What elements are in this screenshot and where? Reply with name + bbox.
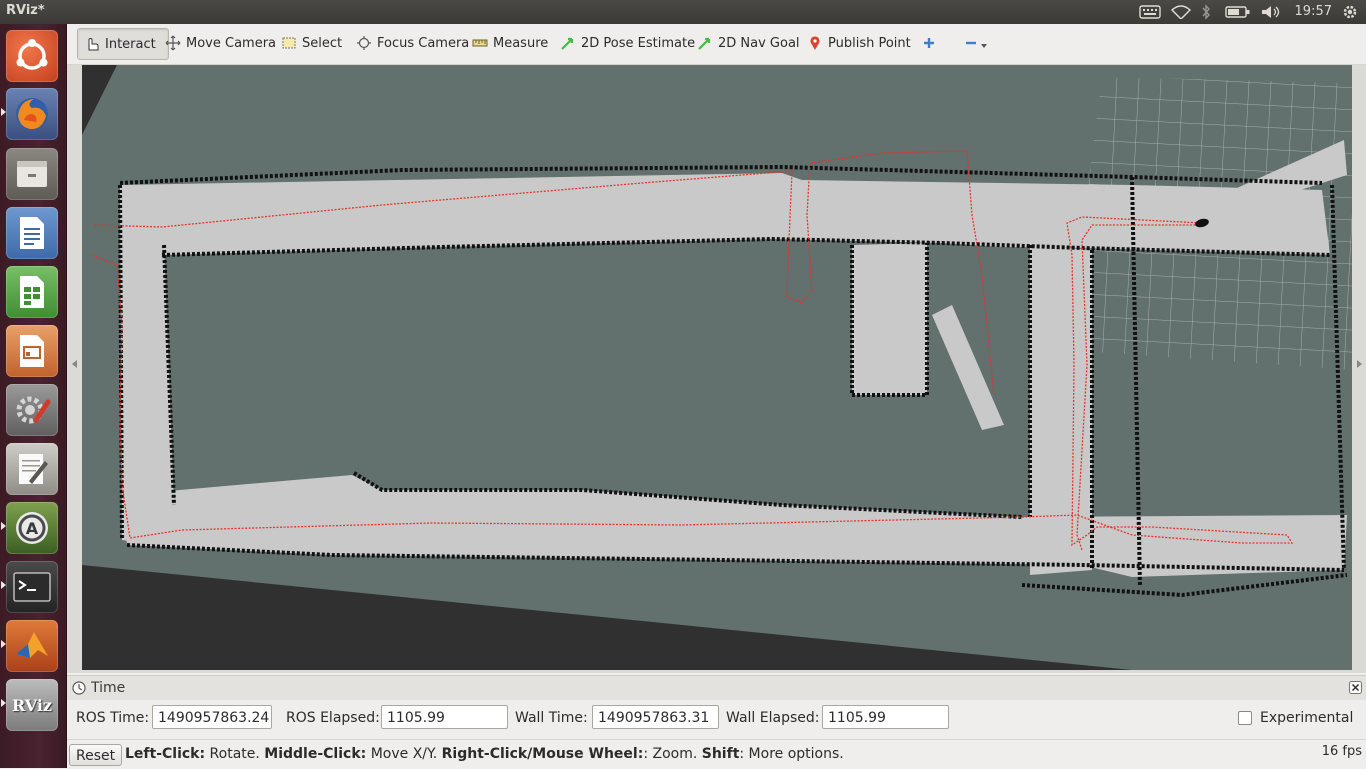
bluetooth-icon[interactable] (1198, 3, 1214, 21)
green-arrow-icon (561, 37, 574, 50)
toolbar: Interact Move Camera Select Focus Camera… (67, 24, 1366, 65)
map-pin-icon (810, 36, 820, 50)
battery-icon[interactable] (1224, 3, 1252, 21)
ros-time-label: ROS Time: (76, 710, 150, 726)
publish-point-tool[interactable]: Publish Point (801, 28, 917, 58)
wall-elapsed-label: Wall Elapsed: (726, 710, 820, 726)
time-panel-header: Time (67, 675, 1366, 700)
svg-text:A: A (26, 519, 39, 538)
terminal-icon[interactable] (6, 561, 58, 613)
hint-shift-key: Shift (701, 746, 740, 762)
time-panel: ROS Time: 1490957863.24 ROS Elapsed: 110… (67, 700, 1366, 738)
system-settings-icon[interactable] (6, 384, 58, 436)
wall-elapsed-field[interactable]: 1105.99 (822, 705, 949, 729)
add-tool-button[interactable] (915, 28, 943, 58)
clock[interactable]: 19:57 (1295, 4, 1332, 19)
minus-icon (966, 41, 976, 45)
ubuntu-dash-icon[interactable] (6, 30, 58, 82)
measure-label: Measure (493, 35, 549, 51)
wifi-icon[interactable] (1170, 3, 1192, 21)
top-panel: RViz* 19:57 (0, 0, 1366, 24)
remove-tool-button[interactable] (957, 28, 994, 58)
status-hint: Left-Click: Rotate. Middle-Click: Move X… (125, 746, 844, 762)
text-editor-icon[interactable] (6, 443, 58, 495)
hint-shift-text: : More options. (739, 746, 844, 762)
rviz-icon[interactable]: RViz (6, 679, 58, 731)
hand-pointer-icon (88, 37, 99, 51)
hint-right-key: Right-Click/Mouse Wheel: (441, 746, 644, 762)
reset-button[interactable]: Reset (69, 744, 123, 766)
3d-render-view[interactable] (82, 65, 1352, 670)
hint-middle-text: Move X/Y. (366, 746, 442, 762)
gear-icon[interactable] (1340, 3, 1360, 21)
nav-goal-tool[interactable]: 2D Nav Goal (691, 28, 806, 58)
running-indicator (1, 699, 6, 707)
select-label: Select (302, 35, 343, 51)
calc-icon[interactable] (6, 266, 58, 318)
right-dock-handle[interactable] (1357, 360, 1362, 368)
focus-camera-icon (357, 36, 371, 50)
measure-tool[interactable]: Measure (466, 28, 554, 58)
experimental-checkbox[interactable] (1238, 711, 1252, 725)
software-updater-icon[interactable]: A (6, 502, 58, 554)
ros-elapsed-label: ROS Elapsed: (286, 710, 380, 726)
keyboard-icon[interactable] (1138, 3, 1162, 21)
publish-point-label: Publish Point (828, 35, 911, 51)
fps-counter: 16 fps (1321, 744, 1362, 759)
interact-tool[interactable]: Interact (77, 28, 169, 60)
running-indicator (1, 640, 6, 648)
green-arrow-icon (698, 37, 711, 50)
move-camera-icon (165, 35, 181, 51)
writer-icon[interactable] (6, 207, 58, 259)
move-camera-label: Move Camera (186, 35, 277, 51)
hint-left-key: Left-Click: (125, 746, 206, 762)
launcher: A RViz (0, 24, 67, 768)
focus-camera-tool[interactable]: Focus Camera (350, 28, 475, 58)
hint-right-text: : Zoom. (643, 746, 702, 762)
move-camera-tool[interactable]: Move Camera (159, 28, 282, 58)
running-indicator (1, 108, 6, 116)
select-box-icon (282, 37, 296, 49)
wall-time-field[interactable]: 1490957863.31 (592, 705, 719, 729)
matlab-icon[interactable] (6, 620, 58, 672)
time-panel-title: Time (91, 680, 126, 696)
window-title: RViz* (6, 3, 45, 18)
impress-icon[interactable] (6, 325, 58, 377)
focus-camera-label: Focus Camera (377, 35, 470, 51)
map-scene[interactable] (82, 65, 1352, 670)
wall-time-label: Wall Time: (515, 710, 588, 726)
nav-goal-label: 2D Nav Goal (718, 35, 800, 51)
left-dock-handle[interactable] (72, 360, 77, 368)
interact-label: Interact (105, 36, 156, 52)
hint-middle-key: Middle-Click: (264, 746, 367, 762)
files-icon[interactable] (6, 148, 58, 200)
volume-icon[interactable] (1258, 3, 1284, 21)
clock-icon (72, 681, 86, 695)
status-bar: Reset Left-Click: Rotate. Middle-Click: … (67, 739, 1366, 769)
hint-left-text: Rotate. (205, 746, 265, 762)
experimental-label: Experimental (1260, 710, 1354, 726)
ros-time-field[interactable]: 1490957863.24 (152, 705, 272, 729)
running-indicator (1, 581, 6, 589)
ros-elapsed-field[interactable]: 1105.99 (381, 705, 508, 729)
ruler-icon (472, 39, 488, 47)
select-tool[interactable]: Select (275, 28, 348, 58)
plus-icon (924, 38, 934, 48)
firefox-icon[interactable] (6, 88, 58, 140)
running-indicator (1, 522, 6, 530)
pose-estimate-label: 2D Pose Estimate (581, 35, 696, 51)
rviz-launcher-label: RViz (11, 695, 53, 715)
pose-estimate-tool[interactable]: 2D Pose Estimate (554, 28, 701, 58)
chevron-down-icon[interactable] (980, 42, 988, 50)
close-icon[interactable] (1349, 681, 1362, 694)
